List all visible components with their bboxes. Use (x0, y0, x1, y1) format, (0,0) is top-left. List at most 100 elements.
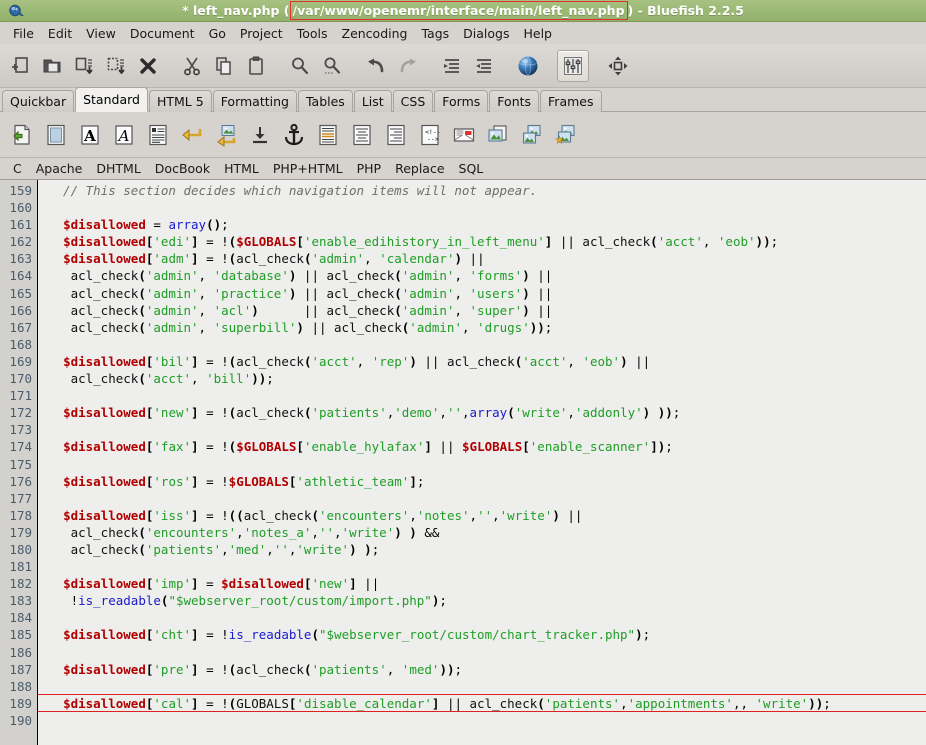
tab-html5[interactable]: HTML 5 (148, 90, 212, 112)
code-line[interactable]: $disallowed['imp'] = $disallowed['new'] … (48, 575, 926, 592)
code-line[interactable]: acl_check('admin', 'practice') || acl_ch… (48, 285, 926, 302)
code-line[interactable] (48, 456, 926, 473)
code-line[interactable] (48, 199, 926, 216)
menu-edit[interactable]: Edit (41, 24, 79, 43)
code-line[interactable]: // This section decides which navigation… (48, 182, 926, 199)
code-line[interactable]: $disallowed = array(); (48, 216, 926, 233)
tab-formatting[interactable]: Formatting (212, 90, 297, 112)
menu-file[interactable]: File (6, 24, 41, 43)
open-file-icon[interactable] (37, 51, 67, 81)
indent-icon[interactable] (469, 51, 499, 81)
code-line[interactable]: acl_check('acct', 'bill')); (48, 370, 926, 387)
code-line[interactable]: $disallowed['cal'] = !(GLOBALS['disable_… (48, 695, 926, 712)
tab-css[interactable]: CSS (392, 90, 434, 112)
menu-zencoding[interactable]: Zencoding (335, 24, 415, 43)
code-line[interactable]: acl_check('admin', 'database') || acl_ch… (48, 267, 926, 284)
lang-docbook[interactable]: DocBook (148, 160, 217, 177)
find-icon[interactable] (285, 51, 315, 81)
code-text-area[interactable]: // This section decides which navigation… (38, 180, 926, 745)
lang-php-html[interactable]: PHP+HTML (266, 160, 350, 177)
lang-replace[interactable]: Replace (388, 160, 451, 177)
menu-view[interactable]: View (79, 24, 123, 43)
right-justify-icon[interactable] (380, 119, 411, 150)
menu-help[interactable]: Help (516, 24, 559, 43)
preferences-icon[interactable] (557, 49, 589, 82)
lang-php[interactable]: PHP (350, 160, 388, 177)
center-icon[interactable] (346, 119, 377, 150)
menu-dialogs[interactable]: Dialogs (456, 24, 516, 43)
tab-tables[interactable]: Tables (297, 90, 353, 112)
lang-sql[interactable]: SQL (452, 160, 491, 177)
code-line[interactable]: $disallowed['adm'] = !(acl_check('admin'… (48, 250, 926, 267)
tab-frames[interactable]: Frames (540, 90, 602, 112)
code-line[interactable] (48, 558, 926, 575)
break-icon[interactable] (176, 119, 207, 150)
preview-browser-icon[interactable] (513, 51, 543, 81)
lang-html[interactable]: HTML (217, 160, 266, 177)
body-icon[interactable] (40, 119, 71, 150)
code-line[interactable]: $disallowed['iss'] = !((acl_check('encou… (48, 507, 926, 524)
code-line[interactable]: $disallowed['pre'] = !(acl_check('patien… (48, 661, 926, 678)
code-line[interactable] (48, 644, 926, 661)
bluefish-window: * left_nav.php (/var/www/openemr/interfa… (0, 0, 926, 745)
lang-dhtml[interactable]: DHTML (89, 160, 147, 177)
comment-icon[interactable]: <!-- --> (414, 119, 445, 150)
anchor-icon[interactable] (278, 119, 309, 150)
menu-project[interactable]: Project (233, 24, 290, 43)
new-file-icon[interactable] (5, 51, 35, 81)
menu-document[interactable]: Document (123, 24, 202, 43)
code-line[interactable]: $disallowed['cht'] = !is_readable("$webs… (48, 626, 926, 643)
menu-tags[interactable]: Tags (414, 24, 456, 43)
multi-thumbnail-icon[interactable] (550, 119, 581, 150)
fullscreen-icon[interactable] (603, 51, 633, 81)
tab-standard[interactable]: Standard (75, 87, 148, 112)
italic-icon[interactable]: A (108, 119, 139, 150)
lang-apache[interactable]: Apache (29, 160, 90, 177)
close-file-icon[interactable] (133, 51, 163, 81)
unindent-icon[interactable] (437, 51, 467, 81)
code-line[interactable] (48, 336, 926, 353)
thumbnail-icon[interactable] (516, 119, 547, 150)
code-line[interactable] (48, 609, 926, 626)
code-line[interactable] (48, 678, 926, 695)
code-line[interactable]: acl_check('admin', 'superbill') || acl_c… (48, 319, 926, 336)
lang-c[interactable]: C (6, 160, 29, 177)
code-line[interactable]: acl_check('encounters','notes_a','','wri… (48, 524, 926, 541)
paste-icon[interactable] (241, 51, 271, 81)
quickstart-icon[interactable] (6, 119, 37, 150)
copy-icon[interactable] (209, 51, 239, 81)
code-line[interactable]: $disallowed['fax'] = !($GLOBALS['enable_… (48, 438, 926, 455)
menu-tools[interactable]: Tools (290, 24, 335, 43)
line-number: 172 (9, 405, 32, 421)
code-line[interactable] (48, 421, 926, 438)
tab-quickbar[interactable]: Quickbar (2, 90, 75, 112)
break-clear-icon[interactable] (210, 119, 241, 150)
undo-icon[interactable] (361, 51, 391, 81)
align-left-icon[interactable] (312, 119, 343, 150)
code-line[interactable]: acl_check('admin', 'acl') || acl_check('… (48, 302, 926, 319)
non-breaking-space-icon[interactable] (244, 119, 275, 150)
cut-icon[interactable] (177, 51, 207, 81)
code-line[interactable]: $disallowed['ros'] = !$GLOBALS['athletic… (48, 473, 926, 490)
tab-fonts[interactable]: Fonts (489, 90, 540, 112)
tab-list[interactable]: List (353, 90, 392, 112)
email-icon[interactable] (448, 119, 479, 150)
code-line[interactable]: !is_readable("$webserver_root/custom/imp… (48, 592, 926, 609)
bold-icon[interactable]: A (74, 119, 105, 150)
replace-icon[interactable] (317, 51, 347, 81)
paragraph-icon[interactable] (142, 119, 173, 150)
tab-forms[interactable]: Forms (434, 90, 489, 112)
save-as-icon[interactable] (101, 51, 131, 81)
save-file-icon[interactable] (69, 51, 99, 81)
redo-icon[interactable] (393, 51, 423, 81)
menu-go[interactable]: Go (202, 24, 233, 43)
image-icon[interactable] (482, 119, 513, 150)
code-line[interactable] (48, 490, 926, 507)
code-line[interactable]: $disallowed['bil'] = !(acl_check('acct',… (48, 353, 926, 370)
code-line[interactable] (48, 387, 926, 404)
code-line[interactable]: $disallowed['new'] = !(acl_check('patien… (48, 404, 926, 421)
code-line[interactable]: $disallowed['edi'] = !($GLOBALS['enable_… (48, 233, 926, 250)
code-line[interactable]: acl_check('patients','med','','write') )… (48, 541, 926, 558)
code-line[interactable] (48, 712, 926, 729)
code-editor[interactable]: 159 160 161 162 163 164 165 166 167 168 169 170 171 1… (0, 180, 926, 745)
